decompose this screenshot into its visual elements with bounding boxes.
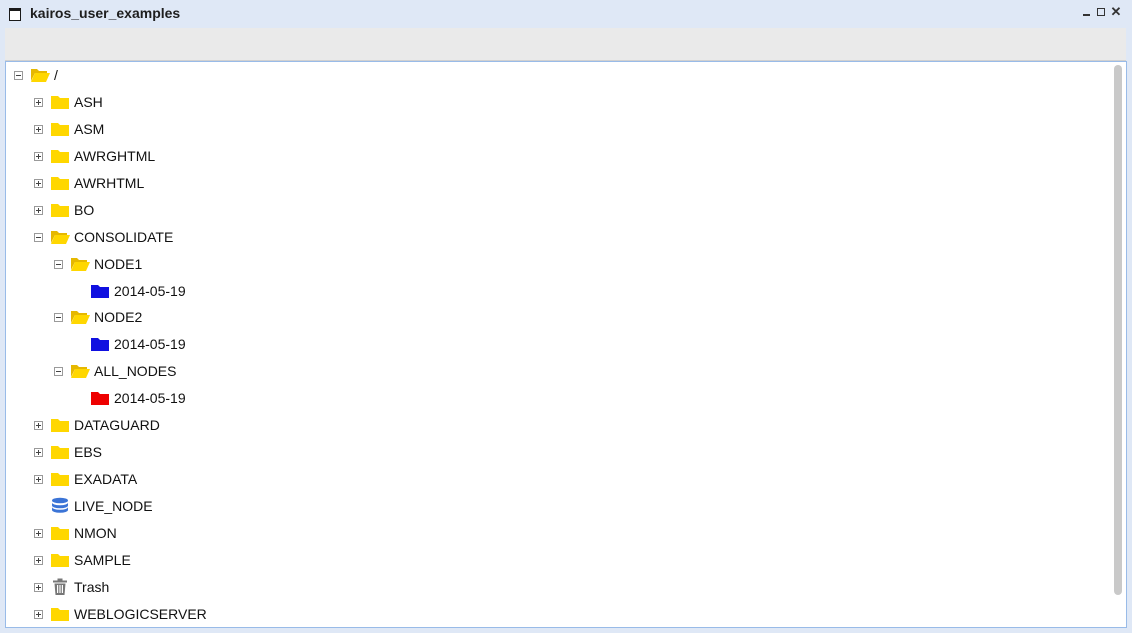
expand-toggle-icon[interactable] [34,205,43,215]
tree-node-label: BO [74,202,95,218]
folder-icon [50,524,70,542]
folder-icon [50,174,70,192]
close-icon[interactable]: ✕ [1110,5,1122,19]
tree-node-awrghtml[interactable]: AWRGHTML [34,145,155,167]
tree-node-label: 2014-05-19 [114,390,186,406]
folder-blue-icon [90,335,110,353]
tree-node-node1-date[interactable]: 2014-05-19 [74,280,186,302]
expand-toggle-icon[interactable] [34,582,43,592]
expand-toggle-icon[interactable] [34,528,43,538]
tree-node-all-nodes-date[interactable]: 2014-05-19 [74,387,186,409]
tree-node-label: LIVE_NODE [74,498,153,514]
tree-node-label: AWRHTML [74,175,145,191]
window-icon [9,8,21,21]
tree-node-label: DATAGUARD [74,417,160,433]
folder-icon [50,551,70,569]
tree-node-label: ASH [74,94,103,110]
folder-open-icon [70,308,90,326]
tree-node-label: EBS [74,444,103,460]
database-icon [50,497,70,515]
folder-icon [50,470,70,488]
tree-node-ebs[interactable]: EBS [34,441,102,463]
folder-blue-icon [90,282,110,300]
maximize-icon[interactable] [1095,5,1107,19]
tree-node-label: 2014-05-19 [114,336,186,352]
tree-node-node2[interactable]: NODE2 [54,306,142,328]
tree-node-node1[interactable]: NODE1 [54,253,142,275]
tree-node-consolidate[interactable]: CONSOLIDATE [34,226,173,248]
folder-open-icon [70,255,90,273]
tree-node-bo[interactable]: BO [34,199,94,221]
vertical-scrollbar[interactable] [1114,65,1122,595]
folder-icon [50,201,70,219]
minimize-icon[interactable] [1080,5,1092,19]
window-title: kairos_user_examples [30,5,181,21]
folder-icon [50,147,70,165]
tree-node-dataguard[interactable]: DATAGUARD [34,414,160,436]
folder-open-icon [30,66,50,84]
tree-node-label: NMON [74,525,117,541]
trash-icon [50,578,70,596]
expand-toggle-icon[interactable] [34,97,43,107]
expand-toggle-icon[interactable] [34,124,43,134]
tree-node-label: AWRGHTML [74,148,156,164]
tree-node-label: NODE2 [94,309,143,325]
tree-node-label: ALL_NODES [94,363,177,379]
toolbar [5,28,1126,61]
folder-icon [50,605,70,623]
folder-icon [50,120,70,138]
tree-node-label: ASM [74,121,105,137]
tree-node-label: Trash [74,579,110,595]
tree-node-label: 2014-05-19 [114,283,186,299]
tree-node-asm[interactable]: ASM [34,118,104,140]
tree-node-label: NODE1 [94,256,143,272]
expand-toggle-icon[interactable] [34,474,43,484]
tree-panel: / ASH ASM AWRGHTML AWRHTML BO CONSOLIDAT… [5,61,1127,628]
folder-red-icon [90,389,110,407]
expand-toggle-icon[interactable] [34,178,43,188]
collapse-toggle-icon[interactable] [14,70,23,80]
expand-toggle-icon[interactable] [34,447,43,457]
collapse-toggle-icon[interactable] [54,259,63,269]
folder-open-icon [70,362,90,380]
tree-node-label: WEBLOGICSERVER [74,606,207,622]
tree-node-label: EXADATA [74,471,138,487]
title-bar: kairos_user_examples ✕ [0,0,1132,28]
tree-node-root[interactable]: / [14,64,58,86]
tree-node-trash[interactable]: Trash [34,576,109,598]
tree-node-label: / [54,67,58,83]
tree-node-label: SAMPLE [74,552,131,568]
folder-icon [50,443,70,461]
folder-open-icon [50,228,70,246]
collapse-toggle-icon[interactable] [54,312,63,322]
tree-node-awrhtml[interactable]: AWRHTML [34,172,144,194]
tree-node-nmon[interactable]: NMON [34,522,117,544]
expand-toggle-icon[interactable] [34,609,43,619]
window: kairos_user_examples ✕ / ASH ASM AWRGHTM… [0,0,1132,633]
collapse-toggle-icon[interactable] [34,232,43,242]
tree-node-exadata[interactable]: EXADATA [34,468,137,490]
expand-toggle-icon[interactable] [34,555,43,565]
tree-node-weblogicserver[interactable]: WEBLOGICSERVER [34,603,207,625]
tree-node-live-node[interactable]: LIVE_NODE [34,495,153,517]
tree-node-sample[interactable]: SAMPLE [34,549,131,571]
expand-toggle-icon[interactable] [34,420,43,430]
tree-node-all-nodes[interactable]: ALL_NODES [54,360,176,382]
folder-icon [50,416,70,434]
tree-node-ash[interactable]: ASH [34,91,103,113]
expand-toggle-icon[interactable] [34,151,43,161]
collapse-toggle-icon[interactable] [54,366,63,376]
folder-icon [50,93,70,111]
tree-node-node2-date[interactable]: 2014-05-19 [74,333,186,355]
tree-node-label: CONSOLIDATE [74,229,174,245]
